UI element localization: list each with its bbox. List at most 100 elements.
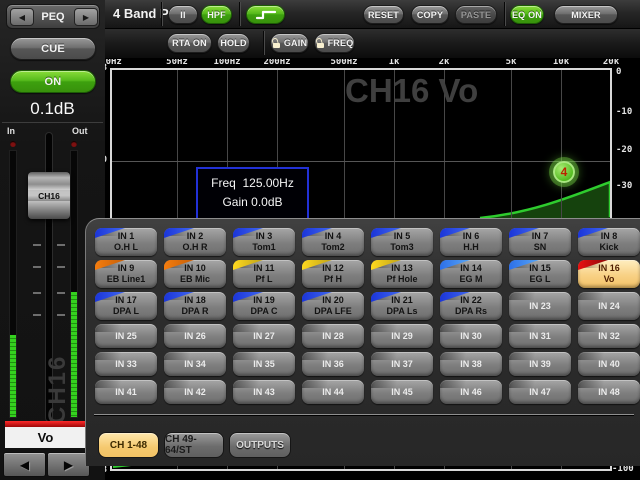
channel-grid: IN 1 O.H L IN 2 O.H R IN 3 Tom1 IN 4 Tom… [95, 228, 640, 404]
channel-button[interactable]: IN 6 H.H [440, 228, 502, 256]
compare-button[interactable]: II [168, 5, 198, 24]
hpf-button[interactable]: HPF [201, 5, 232, 24]
channel-button[interactable]: IN 32 [578, 324, 640, 348]
rta-on-button[interactable]: RTA ON [167, 33, 212, 53]
channel-id: IN 10 [184, 263, 206, 274]
channel-button[interactable]: IN 45 [371, 380, 433, 404]
divider [504, 2, 505, 26]
bank-tab[interactable]: CH 49-64/ST [164, 432, 224, 458]
channel-button[interactable]: IN 10 EB Mic [164, 260, 226, 288]
channel-button[interactable]: IN 21 DPA Ls [371, 292, 433, 320]
channel-button[interactable]: IN 20 DPA LFE [302, 292, 364, 320]
channel-button[interactable]: IN 47 [509, 380, 571, 404]
channel-id: IN 28 [322, 331, 344, 342]
channel-button[interactable]: IN 30 [440, 324, 502, 348]
channel-button[interactable]: IN 1 O.H L [95, 228, 157, 256]
channel-button[interactable]: IN 46 [440, 380, 502, 404]
channel-button[interactable]: IN 27 [233, 324, 295, 348]
left-arrow-icon: ◀ [20, 458, 29, 472]
copy-button[interactable]: COPY [411, 5, 449, 24]
channel-id: IN 15 [529, 263, 551, 274]
channel-button[interactable]: IN 18 DPA R [164, 292, 226, 320]
channel-button[interactable]: IN 29 [371, 324, 433, 348]
channel-id: IN 4 [325, 231, 342, 242]
bank-tab-label: CH 49-64/ST [165, 434, 223, 456]
fader-tick [57, 314, 65, 316]
divider [239, 2, 240, 26]
channel-button[interactable]: IN 19 DPA C [233, 292, 295, 320]
channel-id: IN 46 [460, 387, 482, 398]
channel-button[interactable]: IN 23 [509, 292, 571, 320]
eq-type-button[interactable] [246, 5, 285, 24]
right-arrow-icon: ▶ [83, 13, 89, 22]
mixer-button[interactable]: MIXER [554, 5, 618, 24]
db-label-0: 0 [616, 67, 621, 77]
band-info-box: Freq 125.00HzGain 0.0dB [196, 167, 309, 222]
channel-id: IN 36 [322, 359, 344, 370]
channel-button[interactable]: IN 48 [578, 380, 640, 404]
channel-id: IN 6 [463, 231, 480, 242]
channel-id: IN 40 [598, 359, 620, 370]
channel-button[interactable]: IN 3 Tom1 [233, 228, 295, 256]
channel-button[interactable]: IN 39 [509, 352, 571, 376]
channel-id: IN 7 [532, 231, 549, 242]
channel-button[interactable]: IN 34 [164, 352, 226, 376]
gain-lock-button[interactable]: GAIN [270, 33, 309, 53]
channel-id: IN 43 [253, 387, 275, 398]
right-arrow-icon: ▶ [64, 458, 73, 472]
channel-button[interactable]: IN 11 Pf L [233, 260, 295, 288]
hold-button[interactable]: HOLD [217, 33, 250, 53]
channel-button[interactable]: IN 25 [95, 324, 157, 348]
channel-button[interactable]: IN 33 [95, 352, 157, 376]
channel-button[interactable]: IN 28 [302, 324, 364, 348]
channel-button[interactable]: IN 4 Tom2 [302, 228, 364, 256]
channel-button[interactable]: IN 43 [233, 380, 295, 404]
fader-knob[interactable]: CH16 [28, 172, 70, 219]
channel-button[interactable]: IN 2 O.H R [164, 228, 226, 256]
channel-id: IN 32 [598, 331, 620, 342]
channel-button[interactable]: IN 22 DPA Rs [440, 292, 502, 320]
channel-button[interactable]: IN 16 Vo [578, 260, 640, 288]
channel-name: O.H R [182, 242, 207, 253]
fader-tick [33, 292, 41, 294]
channel-button[interactable]: IN 37 [371, 352, 433, 376]
channel-button[interactable]: IN 14 EG M [440, 260, 502, 288]
channel-button[interactable]: IN 15 EG L [509, 260, 571, 288]
channel-id: IN 22 [460, 295, 482, 306]
bank-tab[interactable]: OUTPUTS [229, 432, 291, 458]
channel-button[interactable]: IN 41 [95, 380, 157, 404]
in-meter-level [10, 335, 16, 417]
channel-button[interactable]: IN 36 [302, 352, 364, 376]
divider [263, 31, 264, 55]
paste-button[interactable]: PASTE [455, 5, 497, 24]
reset-button[interactable]: RESET [363, 5, 404, 24]
bank-tab[interactable]: CH 1-48 [98, 432, 159, 458]
channel-button[interactable]: IN 24 [578, 292, 640, 320]
channel-button[interactable]: IN 31 [509, 324, 571, 348]
channel-id: IN 24 [598, 301, 620, 312]
band-4-marker[interactable]: 4 [553, 161, 575, 183]
channel-name: H.H [463, 242, 479, 253]
cue-button[interactable]: CUE [10, 37, 96, 60]
channel-button[interactable]: IN 35 [233, 352, 295, 376]
channel-button[interactable]: IN 17 DPA L [95, 292, 157, 320]
channel-button[interactable]: IN 8 Kick [578, 228, 640, 256]
prev-channel-button[interactable]: ◀ [3, 452, 46, 477]
bank-tab-label: CH 1-48 [110, 440, 147, 451]
channel-id: IN 1 [118, 231, 135, 242]
eq-on-button[interactable]: EQ ON [510, 5, 544, 24]
channel-on-button[interactable]: ON [10, 70, 96, 93]
channel-button[interactable]: IN 40 [578, 352, 640, 376]
channel-button[interactable]: IN 44 [302, 380, 364, 404]
next-channel-button[interactable]: ▶ [47, 452, 90, 477]
freq-lock-button[interactable]: FREQ [314, 33, 355, 53]
channel-button[interactable]: IN 13 Pf Hole [371, 260, 433, 288]
channel-button[interactable]: IN 38 [440, 352, 502, 376]
channel-button[interactable]: IN 12 Pf H [302, 260, 364, 288]
next-screen-button[interactable]: ▶ [74, 8, 98, 26]
channel-button[interactable]: IN 42 [164, 380, 226, 404]
channel-button[interactable]: IN 26 [164, 324, 226, 348]
channel-button[interactable]: IN 9 EB Line1 [95, 260, 157, 288]
channel-button[interactable]: IN 7 SN [509, 228, 571, 256]
channel-button[interactable]: IN 5 Tom3 [371, 228, 433, 256]
